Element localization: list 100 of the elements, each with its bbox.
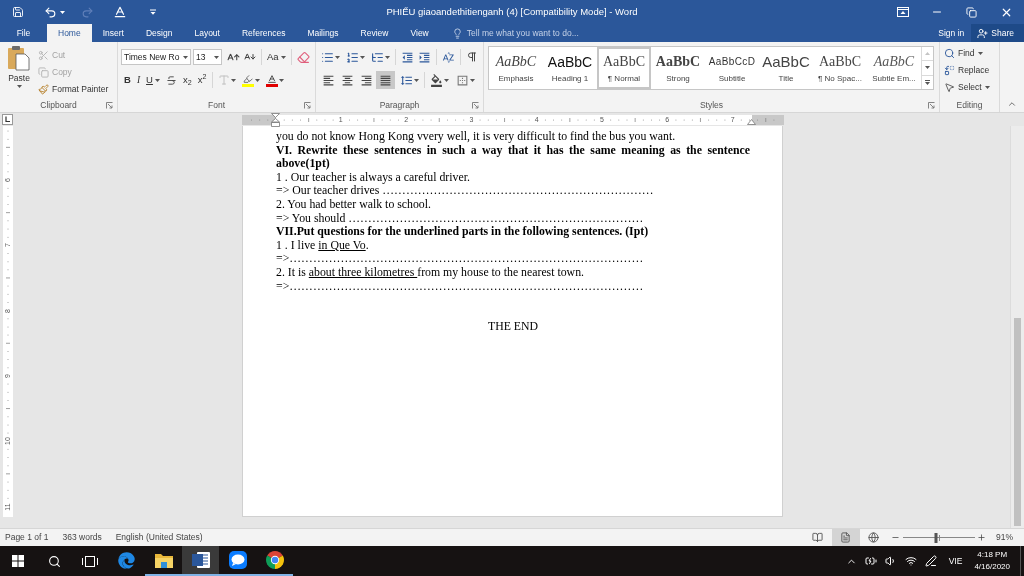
sign-in-link[interactable]: Sign in: [931, 24, 972, 42]
wifi-icon[interactable]: [904, 555, 917, 567]
exercise-heading: VII.Put questions for the underlined parts in the following sentences. (Ipt): [276, 225, 650, 239]
bullet-list-icon: [321, 50, 334, 64]
indent-marker-icon[interactable]: [271, 113, 280, 127]
paint-bucket-icon: [430, 73, 443, 87]
taskbar-button[interactable]: [182, 546, 219, 576]
replace-button[interactable]: Replace: [944, 62, 999, 79]
windows-logo-icon: [12, 555, 24, 567]
style-tile[interactable]: AaBbCcD Subtitle: [705, 47, 759, 89]
find-button[interactable]: Find: [944, 45, 999, 62]
caret-icon: [255, 78, 261, 82]
font-name-field[interactable]: Times New Ro: [121, 49, 191, 65]
zoom-slider-thumb[interactable]: [934, 532, 938, 543]
select-button[interactable]: Select: [944, 79, 999, 96]
style-preview: AaBbC: [547, 52, 593, 71]
style-preview: AaBbC: [873, 52, 915, 71]
document-text-line: 2. It is about three kilometres from my house to the nearest town.: [276, 265, 585, 280]
subscript-button[interactable]: x$_{2}$: [179, 71, 195, 89]
end-text: THE END: [486, 320, 540, 334]
paste-button[interactable]: Paste: [4, 45, 34, 98]
increase-indent-icon: [418, 50, 431, 64]
style-tile[interactable]: AaBbC Title: [759, 47, 813, 89]
clock[interactable]: 4:18 PM 4/16/2020: [974, 549, 1010, 573]
ribbon-tab[interactable]: Layout: [183, 24, 231, 42]
caret-icon: [280, 55, 286, 59]
style-tile[interactable]: AaBbC Subtle Em...: [867, 47, 921, 89]
document-text-line: => Our teacher drives ……………………………………………………………: [276, 184, 655, 198]
style-tile[interactable]: AaBbC ¶ No Spac...: [813, 47, 867, 89]
corner-arrow-icon[interactable]: [472, 101, 479, 109]
ribbon-tab[interactable]: References: [230, 24, 297, 42]
corner-arrow-icon[interactable]: [106, 101, 113, 109]
page-count[interactable]: Page 1 of 1: [0, 531, 56, 544]
restore-icon: [965, 6, 977, 18]
style-tile[interactable]: AaBbC Strong: [651, 47, 705, 89]
ribbon-tab[interactable]: Review: [349, 24, 400, 42]
person-plus-icon: [977, 27, 989, 39]
pen-icon[interactable]: [924, 555, 937, 567]
style-tile[interactable]: AaBbC Heading 1: [543, 47, 597, 89]
document-text-line: 1 . I live in Que Vo.: [276, 238, 370, 253]
collapse-ribbon-button[interactable]: [1006, 99, 1018, 109]
border-icon: [456, 73, 469, 87]
ribbon-tab[interactable]: Insert: [91, 24, 135, 42]
shading-button[interactable]: [428, 71, 451, 89]
zoom-percent[interactable]: 91%: [988, 531, 1024, 544]
scrollbar-thumb[interactable]: [1014, 318, 1021, 526]
style-preview: AaBbC: [655, 52, 701, 71]
strikethrough-icon: [165, 74, 177, 86]
tab-stop-icon[interactable]: [2, 114, 13, 125]
ribbon-tab[interactable]: Design: [134, 24, 184, 42]
ribbon-tab[interactable]: Home: [47, 24, 92, 42]
caret-icon: [231, 78, 237, 82]
italic-button[interactable]: I: [133, 71, 144, 89]
format-painter-button[interactable]: Format Painter: [37, 81, 110, 98]
chat-bubble-icon: [228, 551, 247, 569]
bold-button[interactable]: B: [121, 71, 134, 89]
style-preview: AaBbCcD: [708, 54, 756, 69]
letter-t-icon: [218, 74, 231, 86]
style-tile[interactable]: AaBbC Emphasis: [489, 47, 543, 89]
input-language-indicator[interactable]: VIE: [944, 554, 967, 568]
pointer-icon: [944, 82, 955, 93]
decrease-indent-icon: [401, 50, 414, 64]
book-icon: [812, 532, 824, 543]
ribbon-tab[interactable]: File: [0, 24, 47, 42]
language-indicator[interactable]: English (United States): [108, 531, 210, 544]
word-count[interactable]: 363 words: [55, 531, 109, 544]
group-label: Styles: [699, 100, 724, 110]
print-layout-button[interactable]: [832, 529, 860, 546]
ribbon-tab[interactable]: View: [399, 24, 440, 42]
sort-icon: [442, 50, 455, 64]
tell-me-field[interactable]: Tell me what you want to do...: [451, 24, 579, 42]
e-logo-icon: [118, 551, 135, 569]
document-text-line: =>………………………………………………………………………………: [276, 279, 645, 294]
change-case-button[interactable]: Aa: [265, 48, 288, 66]
caret-icon: [360, 55, 365, 59]
corner-arrow-icon[interactable]: [304, 101, 311, 109]
exercise-heading: VI. Rewrite these sentences in such a way that it has the same meaning as the sentence above(1pt): [276, 143, 750, 171]
speaker-icon[interactable]: [884, 555, 897, 567]
caret-down-icon: [925, 66, 930, 70]
eraser-icon: [296, 50, 310, 64]
font-size-field[interactable]: 13: [193, 49, 222, 65]
ribbon-tab[interactable]: Mailings: [296, 24, 350, 42]
style-tile[interactable]: AaBbC ¶ Normal: [597, 47, 651, 89]
caret-up-icon: [925, 52, 930, 56]
corner-arrow-icon[interactable]: [928, 101, 935, 109]
group-label: Editing: [956, 100, 983, 110]
superscript-button[interactable]: x$^{2}$: [194, 71, 210, 89]
page-icon: [840, 532, 852, 543]
caret-icon: [279, 78, 285, 82]
share-button[interactable]: Share: [971, 24, 1024, 42]
globe-icon: [868, 532, 880, 543]
justify-button[interactable]: [376, 71, 395, 89]
justify-icon: [379, 73, 392, 87]
scrollbar-track[interactable]: [1010, 126, 1024, 528]
paintbrush-icon: [38, 84, 49, 95]
line-spacing-icon: [400, 73, 413, 87]
zoom-in-button[interactable]: [976, 533, 988, 542]
underline-button[interactable]: U: [143, 71, 163, 89]
battery-plug-icon[interactable]: [864, 555, 877, 567]
zoom-slider-track[interactable]: [903, 532, 975, 543]
